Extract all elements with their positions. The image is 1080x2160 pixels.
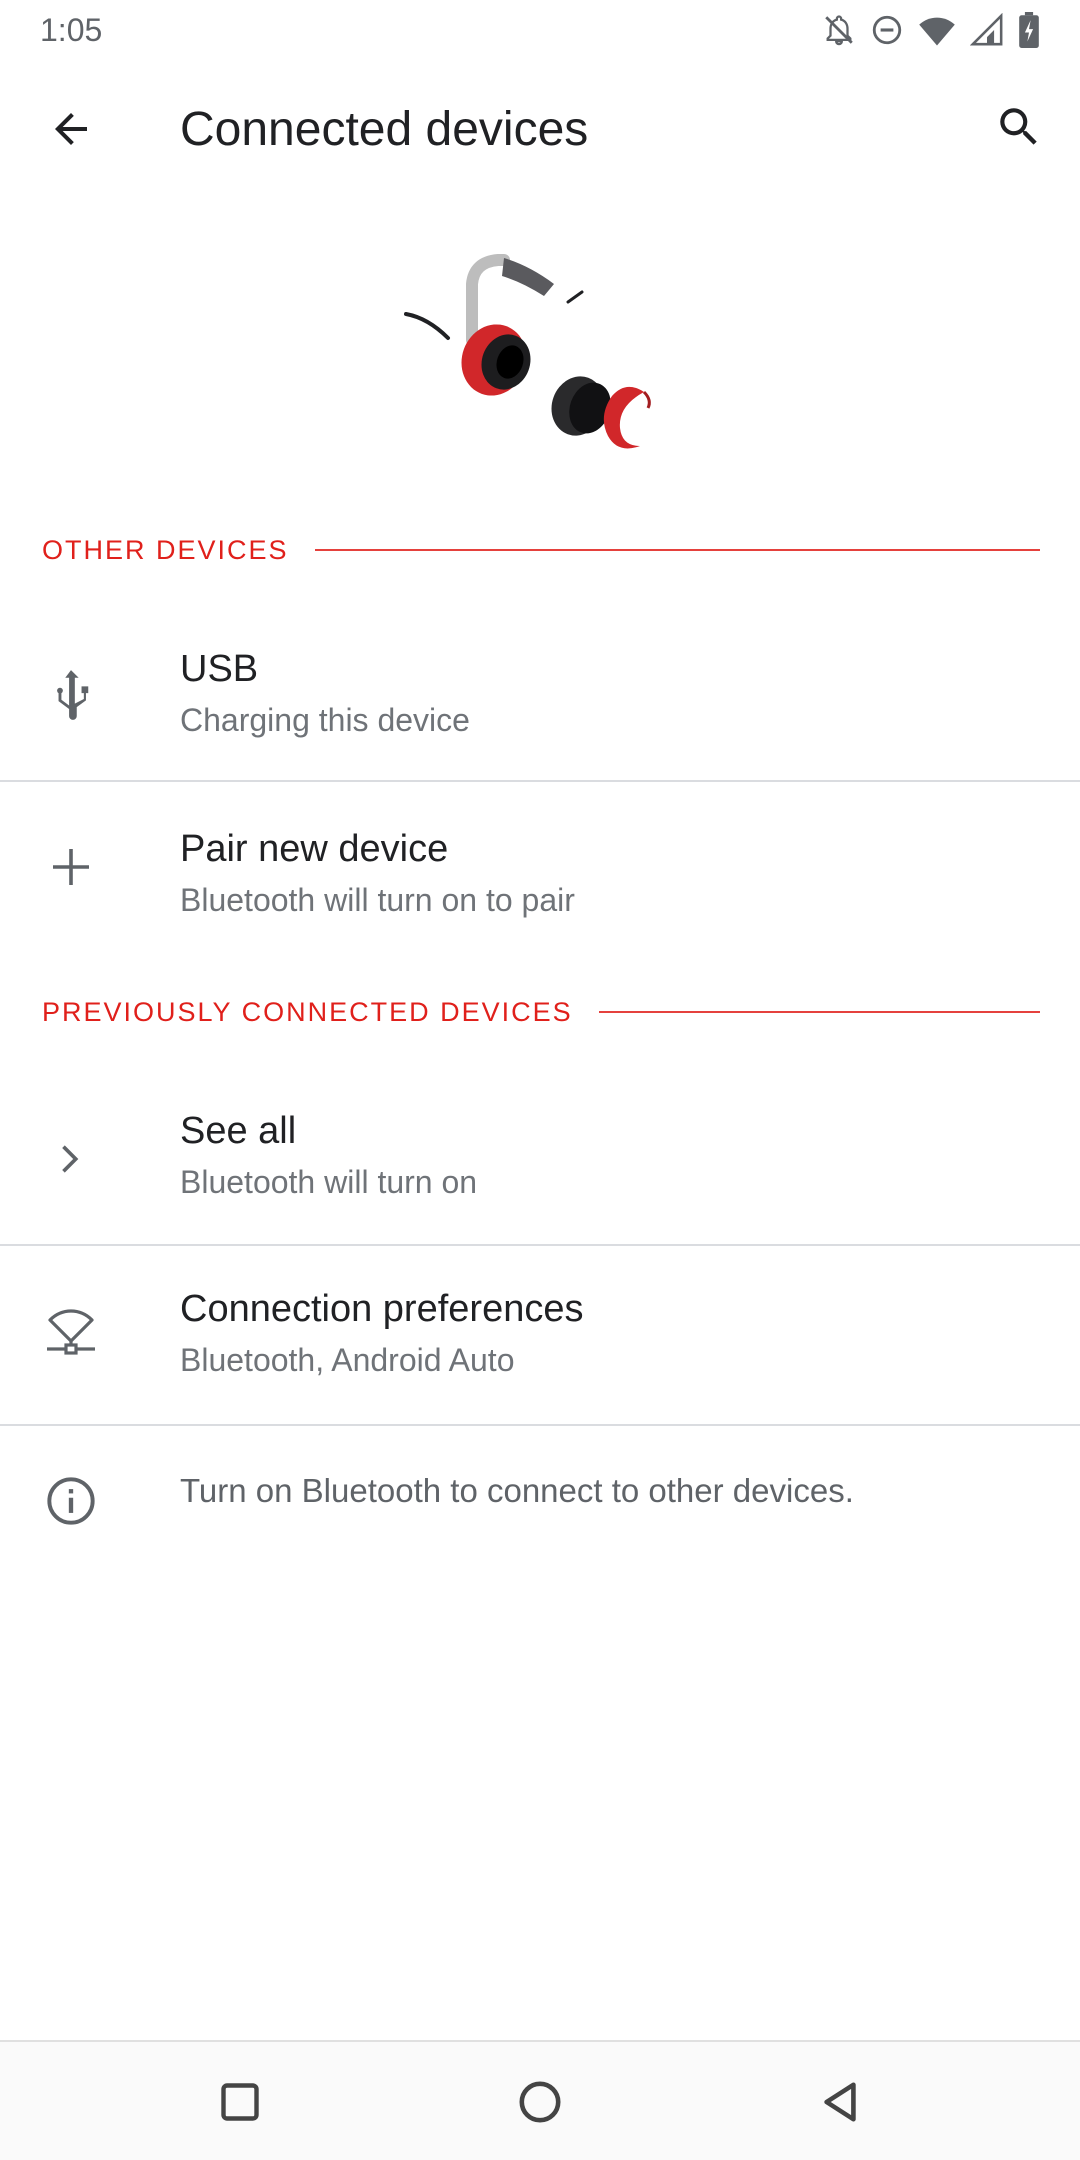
cell-signal-icon [970, 13, 1004, 47]
notifications-off-icon [822, 13, 856, 47]
connection-preferences-item[interactable]: Connection preferences Bluetooth, Androi… [0, 1246, 1080, 1424]
square-recents-icon [221, 2083, 259, 2121]
arrow-back-icon [55, 113, 87, 145]
info-icon [36, 1466, 106, 1536]
see-all-subtitle: Bluetooth will turn on [180, 1164, 478, 1200]
status-time: 1:05 [40, 11, 103, 48]
devices-other-icon [36, 1296, 106, 1366]
navigation-bar [0, 2040, 1080, 2160]
pair-new-device-item[interactable]: Pair new device Bluetooth will turn on t… [0, 782, 1080, 952]
pair-new-device-title: Pair new device [180, 828, 449, 870]
bluetooth-info-text: Turn on Bluetooth to connect to other de… [180, 1472, 854, 1509]
chevron-right-icon [36, 1124, 106, 1194]
do-not-disturb-icon [870, 13, 904, 47]
back-button[interactable] [36, 94, 106, 164]
section-header-other-devices: OTHER DEVICES [42, 530, 1040, 570]
connection-preferences-title: Connection preferences [180, 1288, 584, 1330]
battery-charging-icon [1018, 12, 1040, 48]
see-all-item[interactable]: See all Bluetooth will turn on [0, 1080, 1080, 1244]
see-all-title: See all [180, 1110, 297, 1152]
system-back-button[interactable] [800, 2062, 880, 2142]
section-divider [598, 1011, 1040, 1013]
search-button[interactable] [984, 92, 1054, 162]
recents-button[interactable] [200, 2062, 280, 2142]
connection-preferences-subtitle: Bluetooth, Android Auto [180, 1342, 515, 1378]
app-bar: Connected devices [0, 60, 1080, 200]
pair-new-device-subtitle: Bluetooth will turn on to pair [180, 882, 575, 918]
status-icons [822, 12, 1040, 48]
usb-icon [36, 660, 106, 730]
page-title: Connected devices [180, 103, 589, 156]
headphones-illustration [390, 240, 670, 470]
section-label: PREVIOUSLY CONNECTED DEVICES [42, 996, 573, 1027]
section-header-previously-connected: PREVIOUSLY CONNECTED DEVICES [42, 992, 1040, 1032]
bluetooth-info: Turn on Bluetooth to connect to other de… [0, 1426, 1080, 1556]
status-bar: 1:05 [0, 0, 1080, 60]
circle-home-icon [519, 2081, 561, 2123]
connected-devices-screen: 1:05 Connected devices OTHER DEVICES USB… [0, 0, 1080, 2160]
wifi-icon [918, 13, 956, 47]
usb-title: USB [180, 648, 259, 690]
plus-icon [36, 832, 106, 902]
search-icon [1000, 108, 1037, 145]
triangle-back-icon [824, 2082, 856, 2122]
section-divider [314, 549, 1040, 551]
usb-subtitle: Charging this device [180, 702, 470, 738]
usb-item[interactable]: USB Charging this device [0, 620, 1080, 780]
section-label: OTHER DEVICES [42, 534, 289, 565]
home-button[interactable] [500, 2062, 580, 2142]
